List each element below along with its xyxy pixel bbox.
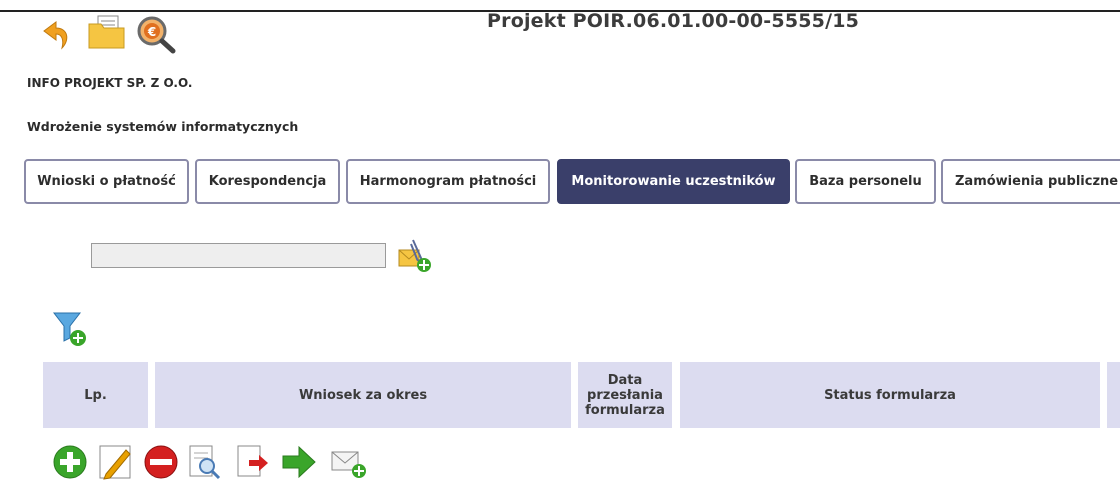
euro-magnifier-icon[interactable]: €: [135, 14, 179, 58]
tab-label: Baza personelu: [809, 174, 922, 189]
preview-icon[interactable]: [187, 444, 223, 484]
tab-harmonogram-platnosci[interactable]: Harmonogram płatności: [346, 159, 550, 204]
tab-label: Harmonogram płatności: [359, 174, 537, 189]
project-name: Wdrożenie systemów informatycznych: [27, 119, 299, 134]
add-attachment-icon[interactable]: [397, 236, 437, 280]
tab-bar: Wnioski o płatność Korespondencja Harmon…: [24, 159, 1120, 208]
tab-korespondencja[interactable]: Korespondencja: [195, 159, 340, 204]
add-icon[interactable]: [52, 444, 88, 484]
search-input[interactable]: [91, 243, 386, 268]
column-header-lp[interactable]: Lp.: [43, 362, 148, 428]
column-header-data-przeslania[interactable]: Data przesłania formularza: [578, 362, 672, 428]
new-message-icon[interactable]: [330, 444, 370, 484]
tab-baza-personelu[interactable]: Baza personelu: [795, 159, 936, 204]
tab-wnioski-o-platnosc[interactable]: Wnioski o płatność: [24, 159, 189, 204]
add-filter-icon[interactable]: [52, 310, 90, 352]
remove-icon[interactable]: [143, 444, 179, 484]
tab-label: Wnioski o płatność: [37, 174, 176, 189]
column-header-status-formularza[interactable]: Status formularza: [680, 362, 1100, 428]
folder-document-icon[interactable]: [86, 14, 128, 56]
tab-label: Monitorowanie uczestników: [571, 174, 776, 189]
edit-icon[interactable]: [98, 444, 134, 484]
column-header-wniosek-za-okres[interactable]: Wniosek za okres: [155, 362, 571, 428]
back-arrow-icon[interactable]: [40, 16, 76, 56]
export-icon[interactable]: [235, 444, 271, 484]
tab-monitorowanie-uczestnikow[interactable]: Monitorowanie uczestników: [557, 159, 790, 204]
tab-zamowienia-publiczne[interactable]: Zamówienia publiczne: [941, 159, 1120, 204]
forward-arrow-icon[interactable]: [281, 444, 317, 484]
company-name: INFO PROJEKT SP. Z O.O.: [27, 76, 193, 90]
tab-label: Zamówienia publiczne: [955, 174, 1119, 189]
page-title: Projekt POIR.06.01.00-00-5555/15: [487, 10, 860, 32]
svg-text:€: €: [147, 25, 156, 39]
column-header-more: [1107, 362, 1120, 428]
tab-label: Korespondencja: [208, 174, 327, 189]
